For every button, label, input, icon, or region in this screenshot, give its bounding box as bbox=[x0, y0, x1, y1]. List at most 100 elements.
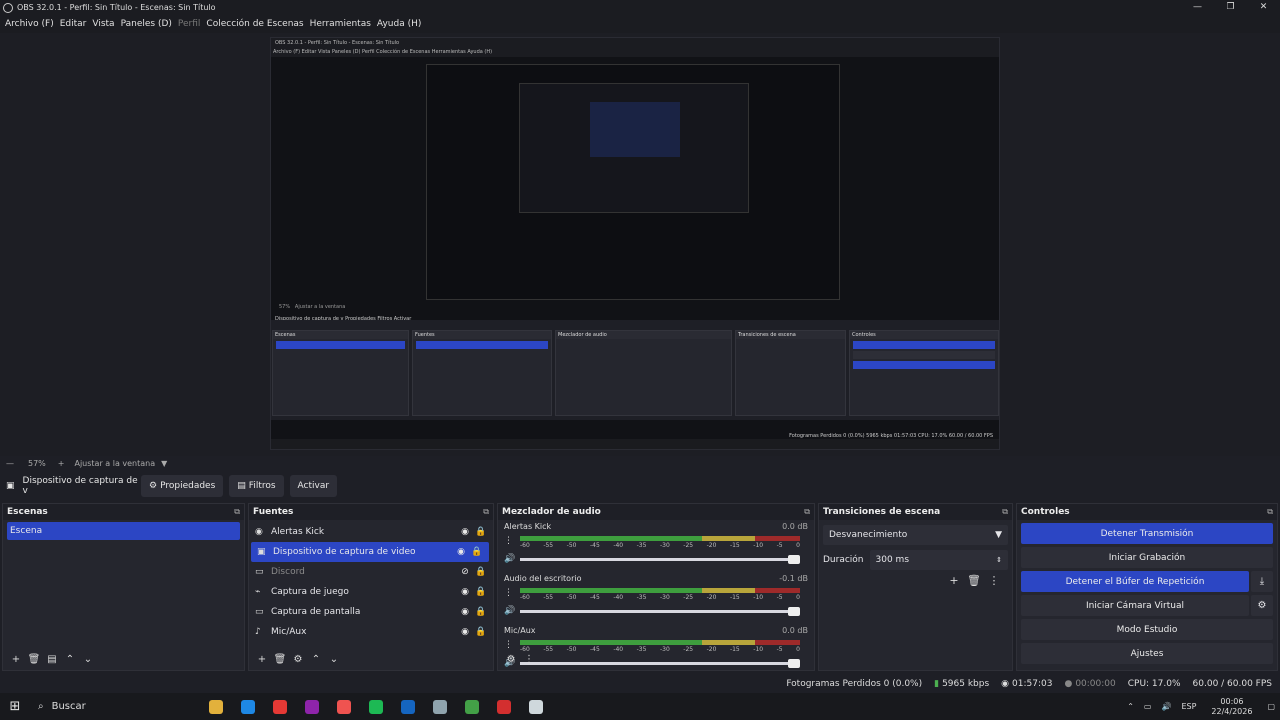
fit-window-label[interactable]: Ajustar a la ventana bbox=[74, 459, 155, 468]
taskbar-app-icon[interactable] bbox=[232, 693, 264, 720]
studio-mode-button[interactable]: Modo Estudio bbox=[1021, 619, 1273, 640]
menu-vista[interactable]: Vista bbox=[92, 19, 114, 29]
preview-canvas[interactable]: OBS 32.0.1 - Perfil: Sin Título - Escena… bbox=[0, 33, 1280, 456]
source-properties-button[interactable]: ⚙ bbox=[289, 654, 307, 665]
remove-source-button[interactable]: 🗑 bbox=[271, 654, 289, 665]
properties-button[interactable]: ⚙ Propiedades bbox=[141, 475, 224, 497]
taskbar-app-icon[interactable] bbox=[200, 693, 232, 720]
taskbar-app-icon[interactable] bbox=[360, 693, 392, 720]
scene-filters-button[interactable]: ▤ bbox=[43, 654, 61, 665]
slider-knob[interactable] bbox=[788, 607, 800, 616]
menu-coleccion-escenas[interactable]: Colección de Escenas bbox=[206, 19, 303, 29]
transition-menu-icon[interactable]: ⋮ bbox=[984, 574, 1004, 587]
minimize-button[interactable]: — bbox=[1181, 0, 1214, 15]
menu-perfil[interactable]: Perfil bbox=[178, 19, 201, 29]
move-down-button[interactable]: ⌄ bbox=[325, 654, 343, 665]
taskbar-app-icon[interactable] bbox=[456, 693, 488, 720]
stop-stream-button[interactable]: Detener Transmisión bbox=[1021, 523, 1273, 544]
remove-transition-button[interactable]: 🗑 bbox=[964, 574, 984, 587]
source-item[interactable]: ◉ Alertas Kick ◉ 🔒 bbox=[249, 522, 493, 542]
visibility-icon[interactable]: ◉ bbox=[457, 607, 473, 617]
lock-icon[interactable]: 🔒 bbox=[469, 547, 485, 557]
zoom-out-button[interactable]: — bbox=[6, 459, 14, 468]
menu-herramientas[interactable]: Herramientas bbox=[310, 19, 371, 29]
taskbar-app-icon[interactable] bbox=[520, 693, 552, 720]
undock-icon[interactable]: ⧉ bbox=[483, 507, 489, 517]
taskbar-search[interactable]: ⌕ Buscar bbox=[30, 693, 180, 720]
taskbar-app-icon[interactable] bbox=[296, 693, 328, 720]
add-scene-button[interactable]: + bbox=[7, 654, 25, 665]
menu-paneles[interactable]: Paneles (D) bbox=[121, 19, 172, 29]
spinner-icon[interactable]: ⇕ bbox=[996, 556, 1002, 564]
move-down-button[interactable]: ⌄ bbox=[79, 654, 97, 665]
channel-menu-icon[interactable]: ⋮ bbox=[504, 588, 513, 598]
taskbar-app-icon[interactable] bbox=[328, 693, 360, 720]
activate-button[interactable]: Activar bbox=[289, 475, 338, 497]
source-item[interactable]: ♪ Mic/Aux ◉ 🔒 bbox=[249, 622, 493, 642]
close-button[interactable]: ✕ bbox=[1247, 0, 1280, 15]
nested-sources: Fuentes bbox=[412, 330, 552, 416]
settings-button[interactable]: Ajustes bbox=[1021, 643, 1273, 664]
slider-knob[interactable] bbox=[788, 555, 800, 564]
taskbar-app-icon[interactable] bbox=[424, 693, 456, 720]
duration-input[interactable]: 300 ms ⇕ bbox=[869, 550, 1008, 570]
visibility-icon[interactable]: ◉ bbox=[457, 587, 473, 597]
hidden-icon[interactable]: ⊘ bbox=[457, 567, 473, 577]
meter-tick: -50 bbox=[566, 542, 577, 549]
undock-icon[interactable]: ⧉ bbox=[1002, 507, 1008, 517]
move-up-button[interactable]: ⌃ bbox=[61, 654, 79, 665]
speaker-icon[interactable]: 🔊 bbox=[504, 554, 515, 564]
save-replay-icon[interactable]: ⤓ bbox=[1251, 571, 1273, 592]
visibility-icon[interactable]: ◉ bbox=[457, 627, 473, 637]
meter-scale: -60 -55 -50 -45 -40 -35 -30 -25 -20 -15 -10 -5 0 bbox=[520, 542, 800, 549]
volume-slider[interactable] bbox=[520, 607, 800, 616]
source-item[interactable]: ▭ Captura de pantalla ◉ 🔒 bbox=[249, 602, 493, 622]
windows-taskbar: ⊞ ⌕ Buscar ⌃ ▭ 🔊 ESP 00:06 22/4/2026 ▢ bbox=[0, 693, 1280, 720]
lock-icon[interactable]: 🔒 bbox=[473, 587, 489, 597]
taskbar-app-icon[interactable] bbox=[264, 693, 296, 720]
channel-menu-icon[interactable]: ⋮ bbox=[504, 536, 513, 546]
taskbar-app-icon[interactable] bbox=[392, 693, 424, 720]
zoom-in-button[interactable]: + bbox=[58, 459, 65, 468]
source-item[interactable]: ▣ Dispositivo de captura de video ◉ 🔒 bbox=[251, 542, 489, 562]
menu-archivo[interactable]: Archivo (F) bbox=[5, 19, 54, 29]
language-indicator[interactable]: ESP bbox=[1181, 702, 1196, 711]
remove-scene-button[interactable]: 🗑 bbox=[25, 654, 43, 665]
add-source-button[interactable]: + bbox=[253, 654, 271, 665]
add-transition-button[interactable]: + bbox=[944, 574, 964, 587]
lock-icon[interactable]: 🔒 bbox=[473, 607, 489, 617]
source-item[interactable]: ⌁ Captura de juego ◉ 🔒 bbox=[249, 582, 493, 602]
network-icon[interactable]: ▭ bbox=[1144, 702, 1152, 711]
visibility-icon[interactable]: ◉ bbox=[457, 527, 473, 537]
volume-slider[interactable] bbox=[520, 555, 800, 564]
move-up-button[interactable]: ⌃ bbox=[307, 654, 325, 665]
windows-start-icon[interactable]: ⊞ bbox=[0, 699, 30, 714]
mixer-menu-icon[interactable]: ⋮ bbox=[520, 654, 538, 665]
undock-icon[interactable]: ⧉ bbox=[804, 507, 810, 517]
visibility-icon[interactable]: ◉ bbox=[453, 547, 469, 557]
clock[interactable]: 00:06 22/4/2026 bbox=[1211, 697, 1252, 717]
menu-editar[interactable]: Editar bbox=[60, 19, 87, 29]
undock-icon[interactable]: ⧉ bbox=[1267, 507, 1273, 517]
restore-button[interactable]: ❐ bbox=[1214, 0, 1247, 15]
volume-icon[interactable]: 🔊 bbox=[1161, 702, 1171, 711]
start-recording-button[interactable]: Iniciar Grabación bbox=[1021, 547, 1273, 568]
fit-dropdown-icon[interactable]: ▼ bbox=[161, 459, 167, 468]
advanced-audio-button[interactable]: ⚙ bbox=[502, 654, 520, 665]
undock-icon[interactable]: ⧉ bbox=[234, 507, 240, 517]
lock-icon[interactable]: 🔒 bbox=[473, 627, 489, 637]
taskbar-app-icon[interactable] bbox=[488, 693, 520, 720]
stop-replay-buffer-button[interactable]: Detener el Búfer de Repetición bbox=[1021, 571, 1249, 592]
transition-select[interactable]: Desvanecimiento ▼ bbox=[823, 525, 1008, 545]
gear-icon[interactable]: ⚙ bbox=[1251, 595, 1273, 616]
scene-item[interactable]: Escena bbox=[7, 522, 240, 540]
filters-button[interactable]: ▤ Filtros bbox=[229, 475, 284, 497]
lock-icon[interactable]: 🔒 bbox=[473, 567, 489, 577]
start-virtual-camera-button[interactable]: Iniciar Cámara Virtual bbox=[1021, 595, 1249, 616]
notifications-icon[interactable]: ▢ bbox=[1267, 702, 1275, 711]
menu-ayuda[interactable]: Ayuda (H) bbox=[377, 19, 421, 29]
speaker-icon[interactable]: 🔊 bbox=[504, 606, 515, 616]
lock-icon[interactable]: 🔒 bbox=[473, 527, 489, 537]
source-item[interactable]: ▭ Discord ⊘ 🔒 bbox=[249, 562, 493, 582]
chevron-up-icon[interactable]: ⌃ bbox=[1127, 702, 1134, 711]
